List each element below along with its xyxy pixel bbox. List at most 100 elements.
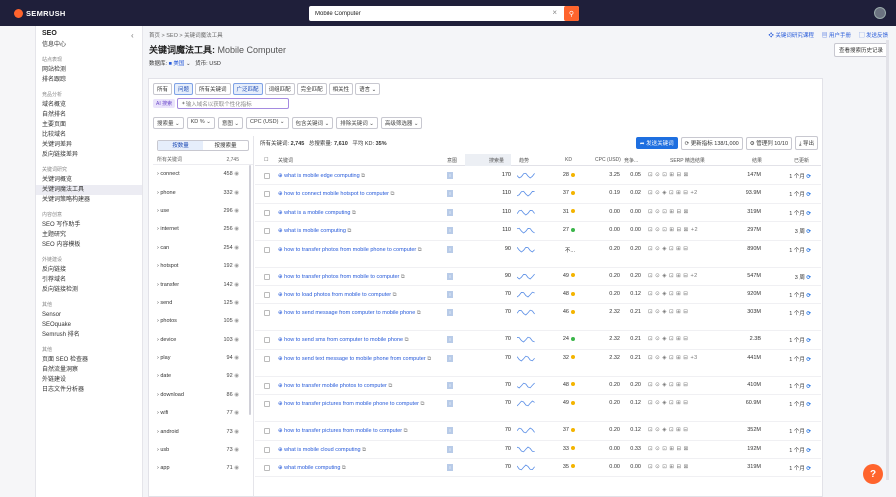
eye-icon[interactable]: ◉ [233,226,239,232]
refresh-icon[interactable]: ⟳ [805,466,811,472]
feedback-link[interactable]: ▢ 发送反馈 [859,31,888,39]
keyword-link[interactable]: ⊕ what is mobile computing ⧉ [278,227,443,235]
nav-link[interactable]: SEO 写作助手 [42,220,142,230]
copy-icon[interactable]: ⧉ [387,383,392,389]
copy-icon[interactable]: ⧉ [361,447,366,453]
nav-link[interactable]: 网站检测 [42,65,142,75]
eye-icon[interactable]: ◉ [233,447,239,453]
match-chip[interactable]: 广泛匹配 [232,83,263,95]
eye-icon[interactable]: ◉ [233,208,239,214]
semrush-logo[interactable]: SEMRUSH [14,8,66,18]
nav-link[interactable]: Semrush 排名 [42,330,142,340]
row-checkbox[interactable] [264,209,270,216]
group-item[interactable]: › photos 105 ◉ [153,312,253,330]
page-scrollbar[interactable] [886,40,889,480]
copy-icon[interactable]: ⧉ [419,401,424,407]
keyword-link[interactable]: ⊕ how to transfer mobile photos to compu… [278,382,443,390]
keyword-link[interactable]: ⊕ what mobile computing ⧉ [278,464,443,472]
keyword-link[interactable]: ⊕ how to transfer photos from mobile to … [278,273,443,281]
keyword-link[interactable]: ⊕ how to load photos from mobile to comp… [278,291,443,299]
refresh-icon[interactable]: ⟳ [805,357,811,363]
nav-link[interactable]: 自然排名 [42,110,142,120]
row-checkbox[interactable] [264,428,270,435]
copy-icon[interactable]: ⧉ [415,310,421,316]
search-button[interactable]: ⚲ [564,6,579,21]
refresh-icon[interactable]: ⟳ [805,174,811,180]
eye-icon[interactable]: ◉ [233,392,239,398]
refresh-metrics-button[interactable]: ⟳ 更新指标 138/1,000 [680,136,743,150]
col-volume[interactable]: 搜索量 [489,157,504,164]
select-all-checkbox[interactable]: ☐ [264,157,268,163]
col-intent[interactable]: 意图 [447,157,457,164]
eye-icon[interactable]: ◉ [233,429,239,435]
group-item[interactable]: › send 125 ◉ [153,294,253,312]
nav-link[interactable]: 反向链接差异 [42,150,142,160]
group-item[interactable]: › transfer 142 ◉ [153,275,253,293]
manual-link[interactable]: ▤ 用户手册 [822,31,851,39]
row-checkbox[interactable] [264,337,270,344]
row-checkbox[interactable] [264,228,270,235]
keyword-link[interactable]: ⊕ how to connect mobile hotspot to compu… [278,190,443,198]
nav-link[interactable]: 页面 SEO 检查器 [42,355,142,365]
export-button[interactable]: ⤓ 导出 [795,136,818,150]
row-checkbox[interactable] [264,273,270,280]
nav-link[interactable]: 关键词概览 [42,175,142,185]
eye-icon[interactable]: ◉ [233,465,239,471]
group-item[interactable]: › can 254 ◉ [153,239,253,257]
group-item[interactable]: › connect 458 ◉ [153,165,253,183]
nav-link[interactable]: 排名跟踪 [42,75,142,85]
match-chip[interactable]: 问题 [174,83,194,95]
group-item[interactable]: › play 94 ◉ [153,349,253,367]
group-item[interactable]: › wifi 77 ◉ [153,404,253,422]
clear-icon[interactable]: × [552,8,557,17]
nav-link[interactable]: 关键词策略构建器 [42,195,142,205]
keyword-link[interactable]: ⊕ how to send sms from computer to mobil… [278,336,443,344]
keyword-link[interactable]: ⊕ how to send text message to mobile pho… [278,355,443,363]
keyword-link[interactable]: ⊕ what is mobile cloud computing ⧉ [278,446,443,454]
row-checkbox[interactable] [264,382,270,389]
filter-dropdown[interactable]: 搜索量 ⌄ [153,117,184,129]
db-selector[interactable]: ■ 美国 [169,61,185,67]
filter-dropdown[interactable]: 包含关键词 ⌄ [291,117,334,129]
refresh-icon[interactable]: ⟳ [805,211,811,217]
nav-link[interactable]: 反向链接检测 [42,285,142,295]
sort-by-volume[interactable]: 按搜索量 [203,141,248,150]
eye-icon[interactable]: ◉ [233,337,239,343]
send-keywords-button[interactable]: ➦ 发送关键词 [635,137,678,149]
match-chip[interactable]: 所有关键词 [195,83,231,95]
nav-link[interactable]: 域名概览 [42,100,142,110]
nav-link[interactable]: Sensor [42,310,142,320]
refresh-icon[interactable]: ⟳ [805,429,811,435]
domain-input[interactable]: ✦ 输入域名以获取个性化指标 [177,98,290,109]
row-checkbox[interactable] [264,464,270,471]
row-checkbox[interactable] [264,401,270,408]
group-item[interactable]: › use 296 ◉ [153,202,253,220]
eye-icon[interactable]: ◉ [233,190,239,196]
nav-link[interactable]: 主题研究 [42,230,142,240]
filter-dropdown[interactable]: KD % ⌄ [186,117,215,129]
row-checkbox[interactable] [264,355,270,362]
nav-link[interactable]: SEOquake [42,320,142,330]
collapse-sidebar-icon[interactable]: ‹ [131,31,134,40]
col-cpc[interactable]: CPC (USD) [595,157,621,163]
col-competition[interactable]: 竞争... [624,157,638,164]
match-chip[interactable]: 完全匹配 [296,83,327,95]
copy-icon[interactable]: ⧉ [416,247,422,253]
group-item[interactable]: › app 71 ◉ [153,459,253,477]
row-checkbox[interactable] [264,291,270,298]
filter-dropdown[interactable]: 高级筛选器 ⌄ [380,117,423,129]
keyword-link[interactable]: ⊕ how to send message from computer to m… [278,309,443,317]
col-trend[interactable]: 趋势 [519,157,529,164]
row-checkbox[interactable] [264,246,270,253]
group-item[interactable]: › android 73 ◉ [153,422,253,440]
copy-icon[interactable]: ⧉ [399,274,405,280]
refresh-icon[interactable]: ⟳ [805,275,811,281]
col-results[interactable]: 结果 [752,157,762,164]
group-item[interactable]: › phone 332 ◉ [153,183,253,201]
avatar[interactable] [874,7,886,19]
copy-icon[interactable]: ⧉ [403,337,409,343]
row-checkbox[interactable] [264,191,270,198]
refresh-icon[interactable]: ⟳ [805,311,811,317]
col-updated[interactable]: 已更新 [794,157,809,164]
refresh-icon[interactable]: ⟳ [805,402,811,408]
